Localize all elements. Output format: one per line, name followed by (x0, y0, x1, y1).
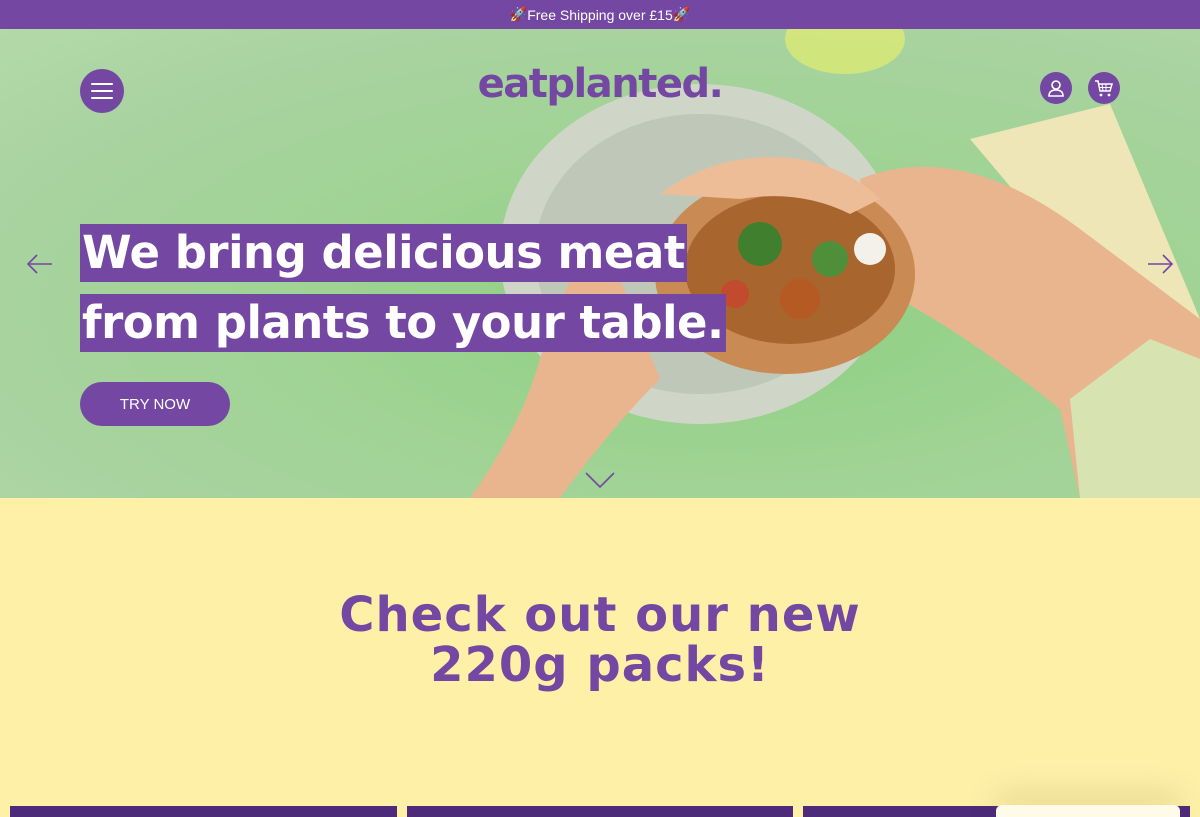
arrow-right-icon[interactable] (1145, 249, 1175, 279)
hero-headline: We bring delicious meat from plants to y… (80, 224, 726, 352)
rocket-icon: 🚀 (672, 6, 691, 22)
new-packs-section: Check out our new 220g packs! (0, 498, 1200, 817)
chat-widget[interactable] (996, 805, 1180, 817)
product-card[interactable] (10, 806, 397, 817)
rocket-icon: 🚀 (509, 6, 528, 22)
section-title-line-2: 220g packs! (430, 637, 770, 693)
user-icon (1048, 80, 1064, 97)
headline-line-1: We bring delicious meat (80, 224, 687, 282)
menu-button[interactable] (80, 69, 124, 113)
chevron-down-icon[interactable] (584, 470, 616, 490)
cart-icon (1095, 80, 1113, 97)
hamburger-icon-bar (91, 97, 113, 99)
hero-banner: eatplanted. We bring delicious meat from… (0, 29, 1200, 498)
product-card[interactable] (407, 806, 793, 817)
section-title: Check out our new 220g packs! (0, 590, 1200, 690)
section-title-line-1: Check out our new (339, 587, 861, 643)
promo-bar: 🚀 Free Shipping over £15 🚀 (0, 0, 1200, 29)
arrow-left-icon[interactable] (25, 249, 55, 279)
logo[interactable]: eatplanted. (470, 61, 730, 107)
hamburger-icon-bar (91, 90, 113, 92)
headline-line-2: from plants to your table. (80, 294, 726, 352)
try-now-button[interactable]: TRY NOW (80, 382, 230, 426)
cart-button[interactable] (1088, 72, 1120, 104)
promo-text: Free Shipping over £15 (527, 6, 673, 23)
hamburger-icon-bar (91, 83, 113, 85)
account-button[interactable] (1040, 72, 1072, 104)
